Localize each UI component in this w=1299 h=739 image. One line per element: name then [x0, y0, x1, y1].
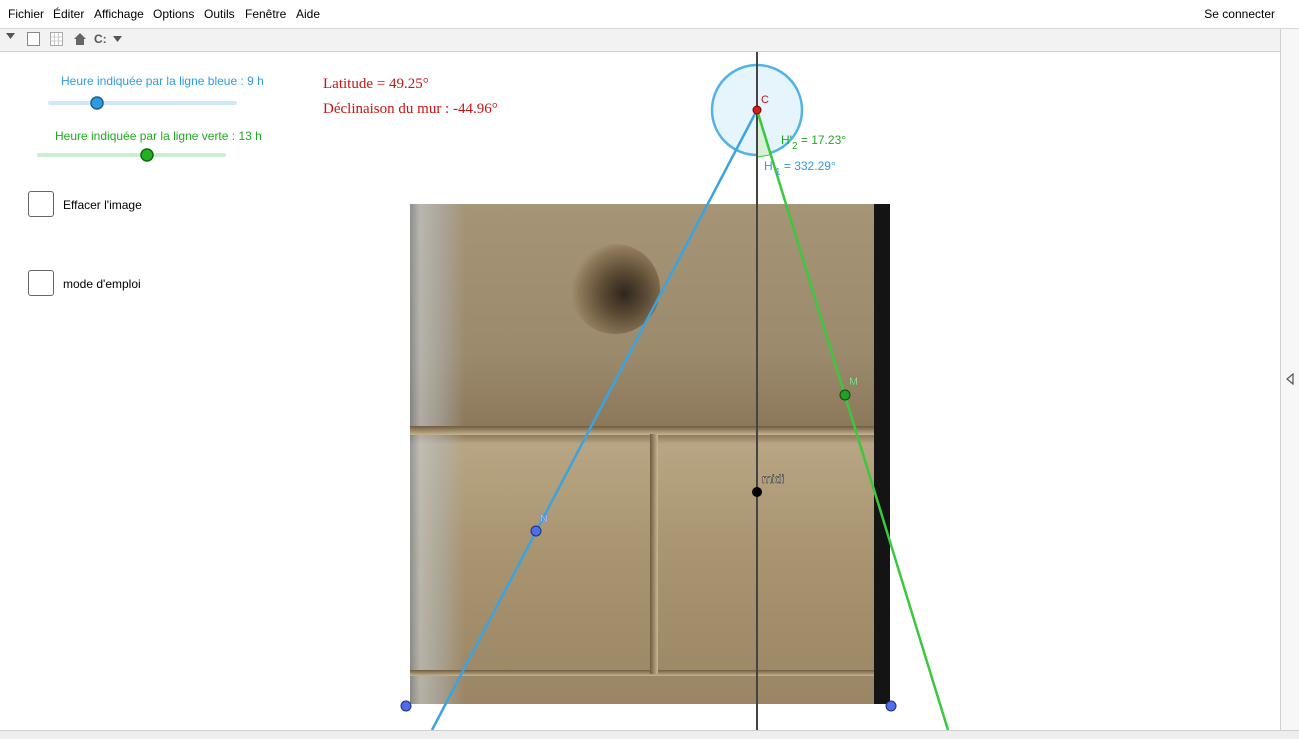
slider-blue-label: Heure indiquée par la ligne bleue : 9 h: [61, 74, 264, 88]
cursor-select-icon[interactable]: C:: [94, 32, 114, 46]
mortar-joint: [650, 434, 658, 674]
svg-text:C:: C:: [94, 32, 107, 46]
grid-icon[interactable]: [50, 32, 64, 46]
corner-point-right[interactable]: [885, 700, 897, 712]
wall-hole: [570, 244, 660, 334]
menu-outils[interactable]: Outils: [204, 7, 235, 21]
slider-green-handle[interactable]: [140, 148, 154, 162]
toolbar: C:: [0, 29, 1280, 52]
corner-point-left[interactable]: [400, 700, 412, 712]
slider-blue-handle[interactable]: [90, 96, 104, 110]
menu-aide[interactable]: Aide: [296, 7, 320, 21]
triangle-down-icon[interactable]: [6, 32, 16, 46]
point-midi[interactable]: [752, 487, 762, 497]
point-c[interactable]: [752, 105, 762, 115]
erase-image-label: Effacer l'image: [63, 198, 142, 212]
point-n[interactable]: [530, 525, 542, 537]
declination-text: Déclinaison du mur : -44.96°: [323, 101, 498, 117]
login-link[interactable]: Se connecter: [1204, 7, 1275, 21]
menu-options[interactable]: Options: [153, 7, 194, 21]
blank-page-icon[interactable]: [27, 32, 41, 46]
latitude-text: Latitude = 49.25°: [323, 76, 429, 92]
point-m[interactable]: [839, 389, 851, 401]
slider-green-label: Heure indiquée par la ligne verte : 13 h: [55, 129, 262, 143]
expand-panel-icon[interactable]: [1285, 373, 1295, 385]
menu-bar: Fichier Éditer Affichage Options Outils …: [0, 0, 1299, 29]
home-icon[interactable]: [73, 32, 87, 46]
manual-checkbox[interactable]: [28, 270, 54, 296]
erase-image-checkbox[interactable]: [28, 191, 54, 217]
wall-photo: [410, 204, 890, 704]
side-panel-strip: [1280, 29, 1299, 730]
menu-affichage[interactable]: Affichage: [94, 7, 144, 21]
wall-shadow: [874, 204, 890, 704]
manual-label: mode d'emploi: [63, 277, 141, 291]
chevron-down-icon[interactable]: [113, 35, 123, 49]
menu-fenetre[interactable]: Fenêtre: [245, 7, 286, 21]
menu-fichier[interactable]: Fichier: [8, 7, 44, 21]
menu-editer[interactable]: Éditer: [53, 7, 84, 21]
